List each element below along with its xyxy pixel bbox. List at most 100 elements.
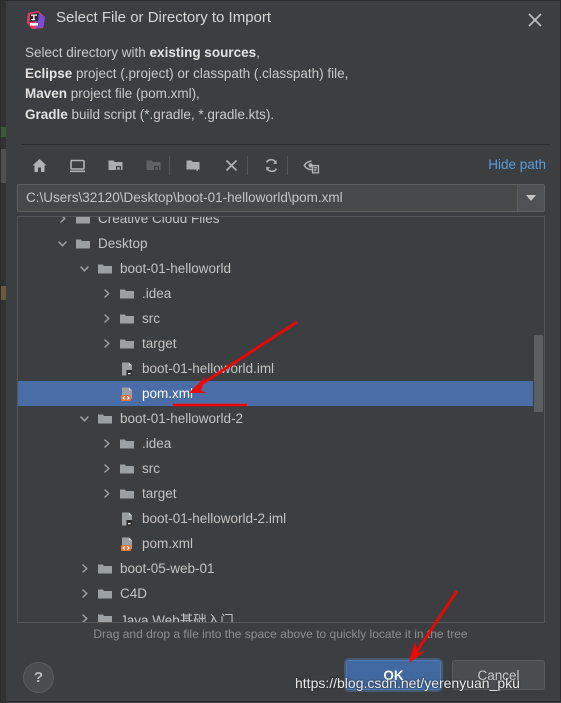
path-input[interactable]: C:\Users\32120\Desktop\boot-01-helloworl… bbox=[26, 190, 343, 205]
chevron-down-icon[interactable] bbox=[517, 185, 544, 211]
desc-line1-suffix: , bbox=[256, 45, 260, 60]
tree-row[interactable]: boot-01-helloworld-2 bbox=[18, 406, 544, 431]
chevron-right-icon[interactable] bbox=[100, 462, 113, 475]
scrollbar-thumb[interactable] bbox=[534, 335, 543, 412]
chevron-down-icon[interactable] bbox=[56, 237, 69, 250]
desc-line4-bold: Gradle bbox=[25, 106, 68, 122]
path-combo-box[interactable]: C:\Users\32120\Desktop\boot-01-helloworl… bbox=[17, 184, 545, 212]
delete-icon[interactable] bbox=[217, 151, 245, 179]
folder-icon bbox=[97, 411, 113, 427]
tree-vertical-scrollbar[interactable] bbox=[533, 217, 544, 622]
folder-icon bbox=[97, 611, 113, 622]
background-window-sliver bbox=[1, 1, 6, 703]
folder-icon bbox=[119, 286, 135, 302]
show-hidden-files-icon[interactable] bbox=[297, 151, 325, 179]
chevron-right-icon[interactable] bbox=[78, 562, 91, 575]
folder-icon bbox=[119, 461, 135, 477]
folder-icon bbox=[97, 561, 113, 577]
chevron-right-icon[interactable] bbox=[100, 337, 113, 350]
folder-icon bbox=[97, 261, 113, 277]
hide-path-link[interactable]: Hide path bbox=[488, 157, 546, 172]
tree-row-label: target bbox=[142, 336, 177, 351]
title-bar: Select File or Directory to Import bbox=[6, 1, 560, 39]
tree-row[interactable]: pom.xml bbox=[18, 531, 544, 556]
tree-row[interactable]: boot-01-helloworld.iml bbox=[18, 356, 544, 381]
file-tree[interactable]: Creative Cloud Files Desktop boot-01-hello… bbox=[17, 216, 545, 623]
home-icon[interactable] bbox=[25, 151, 53, 179]
tree-row-label: target bbox=[142, 486, 177, 501]
tree-row[interactable]: .idea bbox=[18, 281, 544, 306]
desc-line-2: Eclipse project (.project) or classpath … bbox=[25, 64, 525, 85]
toolbar-separator bbox=[287, 156, 288, 175]
ok-button[interactable]: OK bbox=[346, 660, 441, 690]
tree-row[interactable]: src bbox=[18, 456, 544, 481]
maven-xml-file-icon bbox=[119, 386, 135, 402]
desc-line1-bold: existing sources bbox=[149, 45, 257, 60]
help-button[interactable]: ? bbox=[23, 662, 54, 693]
iml-file-icon bbox=[119, 511, 135, 527]
page-title: Select File or Directory to Import bbox=[56, 9, 272, 26]
folder-icon bbox=[119, 311, 135, 327]
desc-line-4: Gradle build script (*.gradle, *.gradle.… bbox=[25, 105, 525, 126]
tree-row-label: src bbox=[142, 311, 160, 326]
tree-row[interactable]: boot-01-helloworld-2.iml bbox=[18, 506, 544, 531]
desc-line3-bold: Maven bbox=[25, 86, 68, 101]
chevron-right-icon[interactable] bbox=[100, 487, 113, 500]
tree-row-label: pom.xml bbox=[142, 386, 194, 401]
folder-icon bbox=[119, 336, 135, 352]
project-folder-icon[interactable] bbox=[101, 151, 129, 179]
tree-row[interactable]: .idea bbox=[18, 431, 544, 456]
tree-row-label: pom.xml bbox=[142, 536, 194, 551]
cancel-button[interactable]: Cancel bbox=[452, 660, 545, 690]
refresh-icon[interactable] bbox=[257, 151, 285, 179]
folder-icon bbox=[75, 217, 91, 227]
file-chooser-toolbar: Hide path bbox=[6, 147, 560, 185]
chevron-down-icon[interactable] bbox=[78, 412, 91, 425]
tree-row[interactable]: pom.xml bbox=[18, 381, 544, 406]
close-icon[interactable] bbox=[524, 9, 546, 31]
divider bbox=[21, 144, 550, 145]
tree-row[interactable]: C4D bbox=[18, 581, 544, 606]
chevron-down-icon[interactable] bbox=[78, 262, 91, 275]
module-folder-icon bbox=[139, 151, 167, 179]
desc-line-3: Maven project file (pom.xml), bbox=[25, 84, 525, 105]
chevron-right-icon[interactable] bbox=[56, 217, 69, 225]
new-folder-icon[interactable] bbox=[179, 151, 207, 179]
tree-row-label: boot-01-helloworld-2 bbox=[120, 411, 244, 426]
tree-row[interactable]: target bbox=[18, 481, 544, 506]
chevron-right-icon[interactable] bbox=[100, 312, 113, 325]
desc-line2-bold: Eclipse bbox=[25, 65, 73, 81]
tree-row[interactable]: src bbox=[18, 306, 544, 331]
desktop-icon[interactable] bbox=[63, 151, 91, 179]
tree-row-label: .idea bbox=[142, 286, 172, 301]
tree-row[interactable]: boot-01-helloworld bbox=[18, 256, 544, 281]
tree-row-label: boot-05-web-01 bbox=[120, 561, 215, 576]
tree-row-label: src bbox=[142, 461, 160, 476]
chevron-right-icon[interactable] bbox=[78, 587, 91, 600]
folder-icon bbox=[75, 236, 91, 252]
drag-drop-hint: Drag and drop a file into the space abov… bbox=[93, 627, 468, 641]
tree-row[interactable]: target bbox=[18, 331, 544, 356]
tree-row[interactable]: Desktop bbox=[18, 231, 544, 256]
intellij-idea-icon bbox=[26, 10, 46, 30]
maven-xml-file-icon bbox=[119, 536, 135, 552]
tree-row[interactable]: Creative Cloud Files bbox=[18, 217, 544, 231]
chevron-right-icon[interactable] bbox=[78, 612, 91, 622]
chevron-right-icon[interactable] bbox=[100, 287, 113, 300]
folder-icon bbox=[119, 486, 135, 502]
folder-icon bbox=[97, 586, 113, 602]
desc-line-1: Select directory with existing sources, bbox=[25, 43, 525, 64]
desc-line1-prefix: Select directory with bbox=[25, 45, 150, 60]
tree-row-label: boot-01-helloworld.iml bbox=[142, 361, 275, 376]
tree-row[interactable]: Java Web基础入门 bbox=[18, 606, 544, 622]
chevron-right-icon[interactable] bbox=[100, 437, 113, 450]
desc-line4-rest: build script (*.gradle, *.gradle.kts). bbox=[67, 106, 275, 122]
tree-row-label: boot-01-helloworld-2.iml bbox=[142, 511, 287, 526]
tree-row[interactable]: boot-05-web-01 bbox=[18, 556, 544, 581]
tree-row-label: .idea bbox=[142, 436, 172, 451]
import-dialog: Select File or Directory to Import Selec… bbox=[0, 0, 561, 703]
